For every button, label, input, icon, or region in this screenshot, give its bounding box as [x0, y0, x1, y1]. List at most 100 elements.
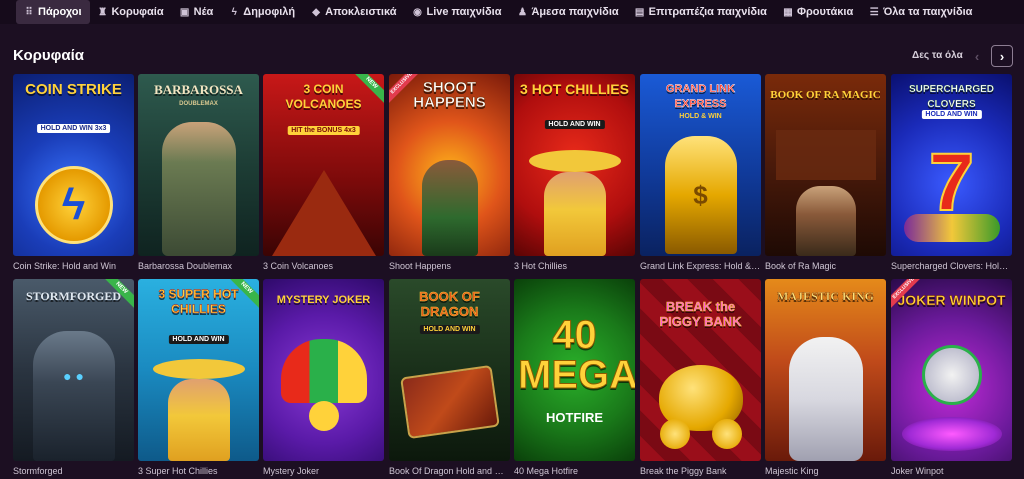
grid-icon: ⠿ [25, 6, 33, 18]
game-tile[interactable]: 3 COIN VOLCANOES HIT the BONUS 4x3 NEW 3… [263, 74, 384, 272]
game-thumbnail[interactable]: MAJESTIC KING [765, 279, 886, 461]
temple-icon [775, 130, 876, 180]
game-name: Joker Winpot [891, 466, 944, 476]
coin-icon [660, 419, 690, 449]
game-art-subtitle: HIT the BONUS 4x3 [287, 126, 360, 135]
person-icon: ♟ [517, 6, 527, 18]
game-name: Majestic King [765, 466, 819, 476]
nav-item-instant[interactable]: ♟ Άμεσα παιχνίδια [509, 0, 626, 24]
carousel-next-button[interactable]: › [991, 45, 1013, 67]
game-name: Mystery Joker [263, 466, 320, 476]
game-art-subtitle: HOTFIRE [545, 410, 604, 425]
game-thumbnail[interactable]: 3 COIN VOLCANOES HIT the BONUS 4x3 NEW [263, 74, 384, 256]
mariachi-character-icon [543, 172, 606, 256]
trophy-icon: ♜ [98, 6, 108, 18]
game-thumbnail[interactable]: BREAK the PIGGY BANK [640, 279, 761, 461]
nav-item-label: Άμεσα παιχνίδια [531, 6, 619, 18]
nav-item-label: Φρουτάκια [796, 6, 854, 18]
game-thumbnail[interactable]: 3 SUPER HOT CHILLIES HOLD AND WIN NEW [138, 279, 259, 461]
mariachi-character-icon [167, 379, 230, 461]
nav-item-exclusive[interactable]: ◆ Αποκλειστικά [303, 0, 404, 24]
game-name: Book Of Dragon Hold and Win [389, 466, 510, 476]
game-tile[interactable]: MYSTERY JOKER Mystery Joker [263, 279, 384, 477]
game-name: 3 Super Hot Chillies [138, 466, 218, 476]
game-tile[interactable]: BOOK OF RA MAGIC Book of Ra Magic [765, 74, 886, 272]
game-name: 3 Hot Chillies [514, 261, 568, 271]
game-thumbnail[interactable]: MYSTERY JOKER [263, 279, 384, 461]
game-art-subtitle: DOUBLEMAX [179, 101, 218, 107]
game-thumbnail[interactable]: 40 MEGA HOTFIRE [514, 279, 635, 461]
game-row: COIN STRIKE HOLD AND WIN 3x3 ϟ Coin Stri… [13, 74, 1013, 274]
nav-item-label: Κορυφαία [111, 6, 164, 18]
nav-item-table-games[interactable]: ▤ Επιτραπέζια παιχνίδια [627, 0, 775, 24]
sombrero-icon [528, 150, 621, 172]
game-tile[interactable]: BREAK the PIGGY BANK Break the Piggy Ban… [640, 279, 761, 477]
coin-icon [712, 419, 742, 449]
game-thumbnail[interactable]: BOOK OF DRAGON HOLD AND WIN [389, 279, 510, 461]
game-art-subtitle: HOLD AND WIN [544, 120, 605, 129]
game-tile[interactable]: MAJESTIC KING Majestic King [765, 279, 886, 477]
game-tile[interactable]: BARBAROSSA DOUBLEMAX Barbarossa Doublema… [138, 74, 259, 272]
game-thumbnail[interactable]: STORMFORGED ● ● NEW [13, 279, 134, 461]
nav-item-slots[interactable]: ▦ Φρουτάκια [775, 0, 861, 24]
sombrero-icon [152, 359, 245, 379]
nav-item-popular[interactable]: ϟ Δημοφιλή [221, 0, 303, 24]
nav-item-top[interactable]: ♜ Κορυφαία [90, 0, 172, 24]
list-icon: ☰ [869, 6, 879, 18]
game-art-title: MYSTERY JOKER [276, 294, 371, 306]
game-name: 40 Mega Hotfire [514, 466, 579, 476]
game-tile[interactable]: 40 MEGA HOTFIRE 40 Mega Hotfire [514, 279, 635, 477]
game-thumbnail[interactable]: COIN STRIKE HOLD AND WIN 3x3 ϟ [13, 74, 134, 256]
game-art-title: COIN STRIKE [25, 81, 122, 98]
section-title: Κορυφαία [13, 47, 85, 64]
nav-item-label: Όλα τα παιχνίδια [883, 6, 973, 18]
new-icon: ▣ [179, 6, 190, 18]
game-tile[interactable]: STORMFORGED ● ● NEW Stormforged [13, 279, 134, 477]
slot-icon: ▦ [783, 6, 793, 18]
flash-icon: ϟ [231, 6, 237, 18]
game-name: Break the Piggy Bank [640, 466, 727, 476]
see-all-link[interactable]: Δες τα όλα [912, 50, 963, 61]
game-tile[interactable]: SUPERCHARGED CLOVERS HOLD AND WIN 7 Supe… [891, 74, 1012, 272]
nav-item-new[interactable]: ▣ Νέα [172, 0, 222, 24]
game-name: Stormforged [13, 466, 63, 476]
nav-item-label: Live παιχνίδια [426, 6, 502, 18]
game-thumbnail[interactable]: BOOK OF RA MAGIC [765, 74, 886, 256]
game-thumbnail[interactable]: SHOOT HAPPENS EXCLUSIVE [389, 74, 510, 256]
nav-item-providers[interactable]: ⠿ Πάροχοι [16, 0, 90, 24]
archer-character-icon [421, 160, 478, 256]
game-art-subtitle: HOLD AND WIN [419, 325, 480, 334]
game-thumbnail[interactable]: SUPERCHARGED CLOVERS HOLD AND WIN 7 [891, 74, 1012, 256]
game-thumbnail[interactable]: BARBAROSSA DOUBLEMAX [138, 74, 259, 256]
nav-item-live[interactable]: ◉ Live παιχνίδια [404, 0, 509, 24]
game-tile[interactable]: 3 HOT CHILLIES HOLD AND WIN 3 Hot Chilli… [514, 74, 635, 272]
game-name: Book of Ra Magic [765, 261, 837, 271]
carousel-prev-button[interactable]: ‹ [966, 45, 988, 67]
nav-item-label: Νέα [193, 6, 214, 18]
game-name: Shoot Happens [389, 261, 452, 271]
game-thumbnail[interactable]: JOKER WINPOT EXCLUSIVE [891, 279, 1012, 461]
game-tile[interactable]: JOKER WINPOT EXCLUSIVE Joker Winpot [891, 279, 1012, 477]
game-art-subtitle: HOLD & WIN [679, 113, 722, 120]
game-name: Supercharged Clovers: Hold and Win [891, 261, 1012, 271]
cards-icon: ▤ [634, 6, 645, 18]
nav-item-label: Αποκλειστικά [325, 6, 397, 18]
game-art-subtitle: HOLD AND WIN [921, 110, 982, 119]
nav-item-label: Πάροχοι [38, 6, 82, 18]
live-icon: ◉ [413, 6, 422, 18]
nav-item-label: Επιτραπέζια παιχνίδια [648, 6, 767, 18]
game-thumbnail[interactable]: GRAND LINK EXPRESS HOLD & WIN $ [640, 74, 761, 256]
game-tile[interactable]: BOOK OF DRAGON HOLD AND WIN Book Of Drag… [389, 279, 510, 477]
explorer-character-icon [795, 186, 856, 256]
game-tile[interactable]: COIN STRIKE HOLD AND WIN 3x3 ϟ Coin Stri… [13, 74, 134, 272]
armored-warrior-icon: ● ● [32, 331, 115, 461]
winpot-icon [901, 417, 1002, 451]
game-name: Barbarossa Doublemax [138, 261, 233, 271]
game-tile[interactable]: GRAND LINK EXPRESS HOLD & WIN $ Grand Li… [640, 74, 761, 272]
game-tile[interactable]: 3 SUPER HOT CHILLIES HOLD AND WIN NEW 3 … [138, 279, 259, 477]
exclusive-badge: EXCLUSIVE [891, 279, 921, 309]
game-tile[interactable]: SHOOT HAPPENS EXCLUSIVE Shoot Happens [389, 74, 510, 272]
game-thumbnail[interactable]: 3 HOT CHILLIES HOLD AND WIN [514, 74, 635, 256]
game-art-subtitle: HOLD AND WIN 3x3 [36, 124, 111, 133]
nav-item-all-games[interactable]: ☰ Όλα τα παιχνίδια [861, 0, 980, 24]
